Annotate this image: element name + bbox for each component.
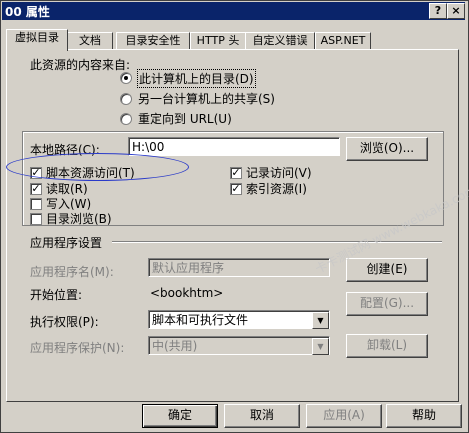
app-protection-chevron-down-icon[interactable]: ▼ xyxy=(312,338,329,355)
index-resource-label[interactable]: 索引资源(I) xyxy=(246,180,307,197)
ok-button[interactable]: 确定 xyxy=(142,404,218,428)
local-path-input[interactable]: H:\00 xyxy=(128,137,340,156)
help-title-button[interactable]: ? xyxy=(429,3,447,19)
window-title: 00 属性 xyxy=(5,5,50,19)
app-name-label: 应用程序名(M): xyxy=(30,265,114,279)
create-button[interactable]: 创建(E) xyxy=(346,258,428,282)
app-protection-value: 中(共用) xyxy=(152,339,198,353)
radio-local-directory-label[interactable]: 此计算机上的目录(D) xyxy=(137,69,256,88)
exec-perms-label: 执行权限(P): xyxy=(30,315,99,329)
apply-button[interactable]: 应用(A) xyxy=(306,404,382,428)
radio-redirect-url[interactable] xyxy=(120,113,132,125)
unload-button[interactable]: 卸载(L) xyxy=(346,334,428,358)
checkbox-log-visits[interactable]: ✓ xyxy=(230,167,242,179)
app-settings-divider xyxy=(112,241,442,243)
source-heading: 此资源的内容来自: xyxy=(30,58,131,72)
radio-network-share-label[interactable]: 另一台计算机上的共享(S) xyxy=(138,90,275,107)
exec-perms-chevron-down-icon[interactable]: ▼ xyxy=(312,312,329,329)
highlight-ellipse xyxy=(6,153,189,181)
tab-http-headers[interactable]: HTTP 头 xyxy=(190,32,246,50)
exec-perms-value: 脚本和可执行文件 xyxy=(152,313,249,327)
configure-button[interactable]: 配置(G)... xyxy=(346,292,428,316)
directory-browsing-label[interactable]: 目录浏览(B) xyxy=(46,210,112,227)
app-protection-label: 应用程序保护(N): xyxy=(30,341,125,355)
help-button[interactable]: 帮助 xyxy=(386,404,462,428)
start-point-label: 开始位置: xyxy=(30,288,83,302)
start-point-value: <bookhtm> xyxy=(150,286,224,300)
cancel-button[interactable]: 取消 xyxy=(224,404,300,428)
exec-perms-select[interactable]: 脚本和可执行文件 xyxy=(148,310,330,329)
radio-redirect-url-label[interactable]: 重定向到 URL(U) xyxy=(138,110,232,127)
tab-custom-errors[interactable]: 自定义错误 xyxy=(245,32,315,50)
tab-documents[interactable]: 文档 xyxy=(67,32,113,50)
checkbox-write[interactable] xyxy=(30,198,42,210)
radio-network-share[interactable] xyxy=(120,93,132,105)
app-name-input[interactable]: 默认应用程序 xyxy=(148,258,330,277)
checkbox-read[interactable]: ✓ xyxy=(30,183,42,195)
checkbox-index-resource[interactable]: ✓ xyxy=(230,183,242,195)
title-bar: 00 属性 ? × xyxy=(2,2,465,20)
tab-directory-security[interactable]: 目录安全性 xyxy=(116,32,190,50)
app-protection-select[interactable]: 中(共用) xyxy=(148,336,330,355)
close-title-button[interactable]: × xyxy=(447,3,465,19)
tab-aspnet[interactable]: ASP.NET xyxy=(315,32,371,50)
radio-local-directory[interactable] xyxy=(120,72,132,84)
browse-button[interactable]: 浏览(O)... xyxy=(346,137,428,161)
tab-virtual-directory[interactable]: 虚拟目录 xyxy=(6,29,68,51)
checkbox-directory-browsing[interactable] xyxy=(30,213,42,225)
app-settings-heading: 应用程序设置 xyxy=(30,236,103,250)
log-visits-label[interactable]: 记录访问(V) xyxy=(246,164,312,181)
